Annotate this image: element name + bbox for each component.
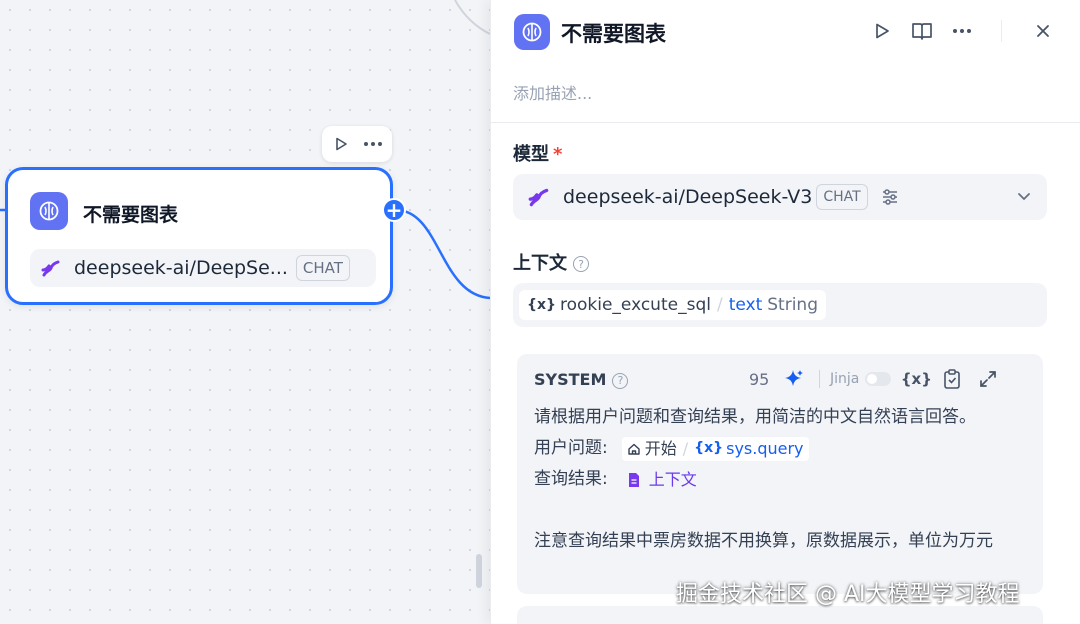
model-label: 模型 * [513,140,562,166]
system-prompt-text[interactable]: 请根据用户问题和查询结果，用简洁的中文自然语言回答。 用户问题: 开始 / {x… [534,402,1034,557]
char-count: 95 [749,370,770,389]
node-settings-panel: 不需要图表 添加描述... 模型 * deepseek-ai/DeepSeek-V… [490,0,1080,624]
expand-icon [980,371,997,387]
variable-icon: {x} [900,370,932,388]
help-doc-button[interactable] [911,20,933,42]
model-label-text: 模型 [513,144,549,165]
node-title: 不需要图表 [83,204,179,226]
play-icon [336,137,347,151]
model-name: deepseek-ai/DeepSeek-V3 [563,186,813,208]
context-ref-name: 上下文 [648,470,697,489]
node-more-button[interactable] [363,134,383,154]
divider [1001,20,1002,42]
next-prompt-editor[interactable] [517,606,1043,624]
node-model-info: deepseek-ai/DeepSe... CHAT [30,249,376,287]
jinja-label: Jinja [830,371,860,387]
close-icon [1037,25,1049,37]
document-icon [628,472,639,487]
home-icon [628,443,640,455]
help-circle-icon[interactable]: ? [612,372,629,389]
run-node-button[interactable] [331,134,351,154]
prompt-empty-line [534,495,1034,526]
insert-variable-button[interactable]: {x} [901,368,932,390]
panel-actions [871,20,1054,42]
context-var-field: text [728,295,763,315]
more-horizontal-icon [953,29,971,33]
context-variable-chip[interactable]: {x} rookie_excute_sql / text String [519,290,826,320]
query-var-node: 开始 [644,439,677,458]
divider [491,122,1080,123]
book-icon [912,23,932,40]
copy-prompt-button[interactable] [941,368,963,390]
prompt-line: 用户问题: 开始 / {x} sys.query [534,433,1034,464]
add-next-node-button[interactable]: + [382,198,406,222]
prompt-line: 请根据用户问题和查询结果，用简洁的中文自然语言回答。 [534,407,976,427]
sparkle-icon [785,370,803,386]
help-circle-icon[interactable]: ? [573,256,589,272]
user-question-label: 用户问题: [534,438,608,458]
chat-badge: CHAT [295,255,350,281]
system-prompt-header: SYSTEM? [534,370,629,389]
watermark: 掘金技术社区 @ AI大模型学习教程 [676,582,1020,607]
more-horizontal-icon [364,142,382,146]
panel-more-button[interactable] [951,20,973,42]
play-icon [876,23,889,39]
llm-brain-icon [30,192,68,230]
context-reference-chip[interactable]: 上下文 [622,468,702,492]
generate-prompt-button[interactable] [783,368,805,390]
node-model-name: deepseek-ai/DeepSe... [74,257,288,279]
query-variable-chip[interactable]: 开始 / {x} sys.query [621,436,809,461]
close-panel-button[interactable] [1032,20,1054,42]
model-settings-icon[interactable] [880,187,900,207]
deepseek-logo-icon [528,188,549,207]
variable-icon: {x} [694,440,724,456]
path-separator: / [716,295,723,315]
chat-badge: CHAT [816,184,868,210]
system-label: SYSTEM [534,370,607,389]
run-step-button[interactable] [871,20,893,42]
panel-resize-handle[interactable] [476,554,482,588]
llm-node[interactable]: 不需要图表 deepseek-ai/DeepSe... CHAT [5,167,393,305]
workflow-canvas[interactable]: 不需要图表 deepseek-ai/DeepSe... CHAT + [0,0,490,624]
node-toolbar [322,126,392,162]
prompt-note: 注意查询结果中票房数据不用换算，原数据展示，单位为万元 [534,531,993,551]
expand-button[interactable] [977,368,999,390]
panel-title[interactable]: 不需要图表 [561,18,666,48]
system-prompt-editor[interactable]: SYSTEM? 95 Jinja {x} 请根据用户问题和查询结果，用简洁的中文… [517,354,1043,594]
context-variable-field[interactable]: {x} rookie_excute_sql / text String [513,283,1047,327]
llm-brain-icon [514,14,550,50]
context-var-node: rookie_excute_sql [559,295,711,315]
connection-edge [0,0,490,300]
prompt-tools: Jinja {x} [783,368,999,390]
deepseek-logo-icon [41,260,60,277]
query-var-name: sys.query [726,439,804,458]
path-separator: / [682,439,689,458]
context-label: 上下文? [513,249,589,275]
required-mark: * [553,144,563,165]
context-var-type: String [767,295,818,315]
model-selector[interactable]: deepseek-ai/DeepSeek-V3 CHAT [513,174,1047,220]
divider [819,370,820,388]
jinja-toggle[interactable] [865,372,892,386]
query-result-label: 查询结果: [534,469,608,489]
context-label-text: 上下文 [513,253,567,274]
description-input[interactable]: 添加描述... [513,80,592,104]
prompt-line: 查询结果: 上下文 [534,464,1034,495]
variable-icon: {x} [527,297,556,313]
clipboard-check-icon [944,369,961,389]
chevron-down-icon [1018,193,1030,201]
